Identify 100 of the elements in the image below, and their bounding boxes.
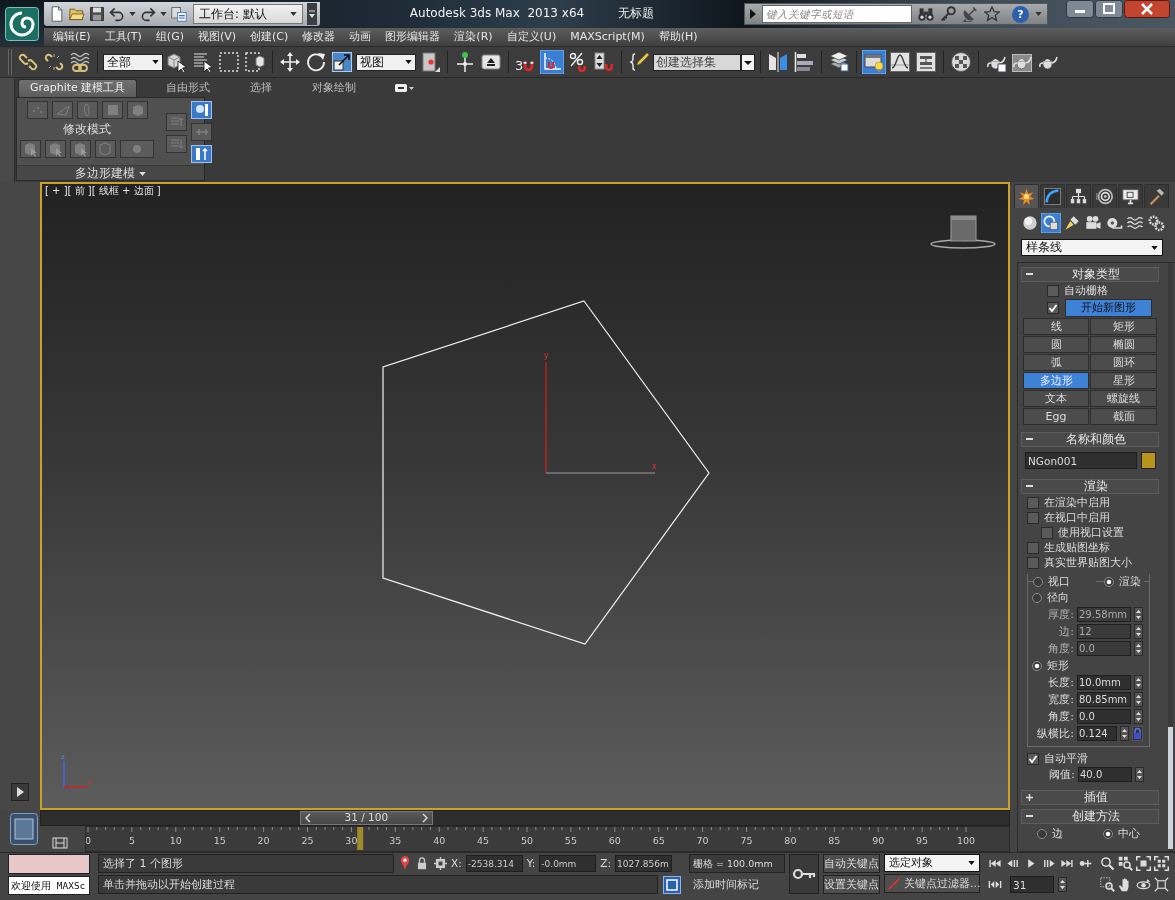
grid-magnifier-icon[interactable] bbox=[1118, 856, 1133, 871]
cube-tile-icon[interactable] bbox=[126, 101, 148, 119]
key-icon[interactable] bbox=[789, 854, 819, 894]
menu-item[interactable]: 修改器 bbox=[302, 30, 336, 44]
coordinate-field[interactable]: -0.0mm bbox=[539, 855, 597, 872]
auto-key-button[interactable]: 自动关键点 bbox=[823, 854, 880, 873]
save-icon[interactable] bbox=[89, 6, 105, 22]
dropdown-arrow-icon[interactable] bbox=[290, 12, 297, 16]
object-type-button[interactable]: 矩形 bbox=[1090, 318, 1157, 335]
step-forward-icon[interactable] bbox=[1042, 858, 1056, 869]
help-button[interactable]: ? bbox=[1012, 5, 1029, 23]
menu-item[interactable]: 视图(V) bbox=[197, 30, 237, 44]
window-bulb-icon[interactable] bbox=[862, 50, 886, 74]
spinner-arrows-icon[interactable] bbox=[1134, 675, 1143, 690]
scrollbar-thumb[interactable] bbox=[1168, 727, 1173, 849]
coordinate-field[interactable]: 1027.856m bbox=[615, 855, 673, 872]
redo-icon[interactable] bbox=[140, 6, 156, 22]
key-set-dropdown[interactable]: 选定对象 bbox=[884, 854, 980, 872]
new-document-icon[interactable] bbox=[49, 6, 65, 22]
schematic-view-icon[interactable] bbox=[914, 50, 938, 74]
chevron-right-icon[interactable] bbox=[421, 813, 428, 823]
spinner-field[interactable]: 40.0 bbox=[1078, 767, 1132, 782]
square-tile-icon[interactable] bbox=[10, 813, 38, 845]
square-tile-icon[interactable] bbox=[101, 101, 123, 119]
curve-graph-icon[interactable] bbox=[888, 50, 912, 74]
time-slider-thumb[interactable]: 31 / 100 bbox=[299, 811, 433, 825]
toolbar-dropdown[interactable]: 视图 bbox=[356, 53, 416, 71]
rollout-header[interactable]: 渲染 bbox=[1021, 479, 1159, 494]
ribbon-tab[interactable]: 自由形式 bbox=[155, 80, 222, 97]
object-type-button[interactable]: 截面 bbox=[1090, 408, 1157, 425]
add-time-tag-button[interactable]: 添加时间标记 bbox=[689, 875, 785, 894]
object-type-button[interactable]: 文本 bbox=[1023, 390, 1089, 407]
menu-item[interactable]: 动画 bbox=[349, 30, 372, 44]
pin-tile-icon[interactable] bbox=[191, 123, 212, 141]
open-folder-icon[interactable] bbox=[69, 6, 85, 22]
move-icon[interactable] bbox=[278, 50, 302, 74]
radio-button[interactable] bbox=[1037, 828, 1047, 839]
undo-icon[interactable] bbox=[109, 6, 125, 22]
ribbon-tab[interactable]: 对象绘制 bbox=[301, 80, 368, 97]
ribbon-options-icon[interactable] bbox=[394, 83, 415, 93]
rollout-header[interactable]: 对象类型 bbox=[1021, 267, 1159, 282]
rotate-icon[interactable] bbox=[304, 50, 328, 74]
scale-icon[interactable] bbox=[330, 50, 354, 74]
object-type-button[interactable]: 椭圆 bbox=[1090, 336, 1157, 353]
object-name-field[interactable]: NGon001 bbox=[1025, 452, 1137, 469]
checker-sphere-icon[interactable] bbox=[949, 50, 973, 74]
radio-button[interactable] bbox=[1032, 660, 1042, 671]
shapes-icon[interactable] bbox=[1041, 213, 1061, 233]
rollout-header[interactable]: 插值 bbox=[1021, 790, 1159, 805]
menu-item[interactable]: MAXScript(M) bbox=[570, 30, 645, 44]
rollout-header[interactable]: 创建方法 bbox=[1021, 809, 1159, 824]
menu-item[interactable]: 创建(C) bbox=[250, 30, 289, 44]
radio-button[interactable] bbox=[1104, 576, 1114, 587]
square-frame-icon[interactable] bbox=[663, 875, 681, 894]
color-swatch[interactable] bbox=[1141, 452, 1156, 469]
ribbon-tab[interactable]: Graphite 建模工具 bbox=[18, 79, 138, 97]
key-filters-button[interactable]: 关键点过滤器... bbox=[884, 874, 980, 893]
current-frame-field[interactable]: 31 bbox=[1010, 876, 1054, 893]
minimize-icon[interactable] bbox=[1066, 0, 1094, 18]
maxscript-output-field[interactable]: 欢迎使用 MAXSc bbox=[8, 876, 90, 895]
vertex-dots-icon[interactable] bbox=[26, 101, 48, 119]
spinner-arrows-icon[interactable] bbox=[1134, 624, 1143, 639]
checkbox[interactable] bbox=[1047, 301, 1059, 314]
transform-gizmo[interactable] bbox=[545, 361, 656, 474]
triangle-right-icon[interactable] bbox=[11, 783, 29, 801]
viewport-label[interactable]: [ + ][ 前 ][ 线框 + 边面 ] bbox=[45, 185, 161, 198]
toolbar-dropdown[interactable]: 全部 bbox=[103, 53, 163, 71]
menu-item[interactable]: 工具(T) bbox=[104, 30, 142, 44]
maxscript-input-field[interactable] bbox=[8, 854, 90, 874]
dropdown-arrow-icon[interactable] bbox=[129, 12, 136, 16]
stack-up-icon[interactable] bbox=[166, 113, 187, 131]
spinner-arrows-icon[interactable] bbox=[1134, 709, 1143, 724]
dashed-magnifier-icon[interactable] bbox=[1100, 877, 1115, 892]
project-folder-icon[interactable] bbox=[171, 6, 187, 22]
waves-chain-icon[interactable] bbox=[68, 50, 92, 74]
named-selection-field[interactable]: 创建选择集 bbox=[653, 53, 741, 71]
spinner-snap-icon[interactable] bbox=[592, 50, 616, 74]
menu-item[interactable]: 渲染(R) bbox=[454, 30, 493, 44]
map-pin-icon[interactable] bbox=[400, 856, 410, 871]
spinner-arrows-icon[interactable] bbox=[1134, 607, 1143, 622]
object-type-button[interactable]: 弧 bbox=[1023, 354, 1089, 371]
dropdown-arrow-icon[interactable] bbox=[1151, 245, 1158, 250]
dropdown-arrow-icon[interactable] bbox=[405, 60, 412, 64]
dropdown-arrow-icon[interactable] bbox=[160, 12, 167, 16]
dropdown-arrow-icon[interactable] bbox=[968, 861, 975, 865]
menu-item[interactable]: 图形编辑器 bbox=[385, 30, 441, 44]
radio-button[interactable] bbox=[1103, 828, 1113, 839]
spinner-field[interactable]: 0.0 bbox=[1077, 709, 1131, 724]
skip-to-end-icon[interactable] bbox=[1060, 858, 1074, 869]
frame-corners-icon[interactable] bbox=[1136, 856, 1151, 871]
menu-item[interactable]: 编辑(E) bbox=[53, 30, 91, 44]
lock-icon[interactable] bbox=[1132, 726, 1143, 741]
expand-square-icon[interactable] bbox=[1154, 877, 1169, 892]
workspace-dropdown[interactable]: 工作台: 默认 bbox=[193, 4, 303, 24]
braces-pencil-icon[interactable] bbox=[627, 50, 651, 74]
checkbox[interactable] bbox=[1027, 541, 1039, 554]
loop-outline-icon[interactable] bbox=[76, 101, 98, 119]
set-key-button[interactable]: 设置关键点 bbox=[823, 875, 880, 894]
key-plus-icon[interactable] bbox=[1078, 858, 1092, 869]
bracket-frame-icon[interactable] bbox=[52, 837, 68, 849]
